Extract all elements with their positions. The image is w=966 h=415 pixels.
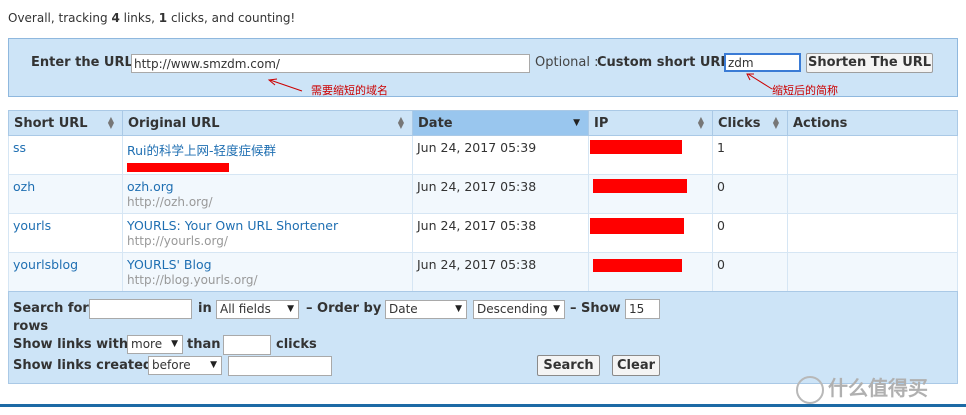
rows-label: rows <box>13 319 49 334</box>
table-header-row: Short URL ▲ ▼ Original URL ▲ ▼ Date ▼ IP ▲… <box>8 110 958 136</box>
redacted-ip-bar <box>593 259 682 272</box>
clicks-count: 1 <box>158 11 168 25</box>
date-cell: Jun 24, 2017 05:38 <box>412 174 589 214</box>
original-url-text: http://ozh.org/ <box>127 195 213 209</box>
stats-summary: Overall, tracking 4 links, 1 clicks, and… <box>8 11 295 25</box>
filter-form: Search for in All fields ▼ – Order by Dat… <box>8 291 958 384</box>
original-url-title-link[interactable]: ozh.org <box>127 179 174 194</box>
annotation-url: 需要缩短的域名 <box>311 84 388 97</box>
annotation-arrow-url <box>267 78 303 92</box>
short-url-link[interactable]: ozh <box>13 179 35 194</box>
table-row: yourlsblog YOURLS' Blog http://blog.your… <box>8 252 958 292</box>
short-url-link[interactable]: ss <box>13 140 26 155</box>
sort-icon: ▲ ▼ <box>107 115 114 130</box>
clear-button[interactable]: Clear <box>612 355 660 376</box>
url-label: Enter the URL: <box>31 55 137 70</box>
custom-keyword-input[interactable] <box>724 53 801 72</box>
original-url-title-link[interactable]: Rui的科学上网-轻度症候群 <box>127 143 276 158</box>
in-label: in <box>198 301 212 316</box>
show-links-created-label: Show links created <box>13 358 153 373</box>
watermark: 什么值得买 <box>796 372 928 404</box>
original-url-title-link[interactable]: YOURLS: Your Own URL Shortener <box>127 218 338 233</box>
original-url-text: http://blog.yourls.org/ <box>127 273 258 287</box>
links-count: 4 <box>111 11 120 25</box>
sort-direction-select[interactable]: Descending ▼ <box>473 300 565 319</box>
search-field-select[interactable]: All fields ▼ <box>216 300 299 319</box>
column-ip[interactable]: IP ▲ ▼ <box>588 110 713 136</box>
bottom-border <box>0 402 966 415</box>
table-row: ss Rui的科学上网-轻度症候群 Jun 24, 2017 05:39 1 <box>8 135 958 175</box>
clicks-label: clicks <box>276 337 317 352</box>
dropdown-arrow-icon: ▼ <box>287 304 294 314</box>
dropdown-arrow-icon: ▼ <box>210 360 217 370</box>
date-input[interactable] <box>228 356 332 376</box>
search-text-input[interactable] <box>89 299 192 319</box>
annotation-custom: 缩短后的简称 <box>772 84 838 97</box>
optional-label: Optional : <box>535 55 599 70</box>
short-url-link[interactable]: yourls <box>13 218 51 233</box>
column-date[interactable]: Date ▼ <box>412 110 589 136</box>
clicks-cell: 0 <box>712 174 788 214</box>
date-cell: Jun 24, 2017 05:38 <box>412 252 589 292</box>
new-url-form: Enter the URL: Optional : Custom short U… <box>8 38 958 97</box>
search-button[interactable]: Search <box>537 355 600 376</box>
actions-cell <box>787 174 958 214</box>
links-table: Short URL ▲ ▼ Original URL ▲ ▼ Date ▼ IP ▲… <box>8 110 958 292</box>
annotation-arrow-custom <box>746 73 773 90</box>
than-label: than <box>187 337 221 352</box>
shorten-button[interactable]: Shorten The URL <box>806 53 933 73</box>
clicks-cell: 1 <box>712 135 788 175</box>
sort-icon: ▲ ▼ <box>772 115 779 130</box>
links-word: links, <box>123 11 155 25</box>
actions-cell <box>787 135 958 175</box>
short-url-link[interactable]: yourlsblog <box>13 257 78 272</box>
original-url-text: http://yourls.org/ <box>127 234 228 248</box>
custom-keyword-label: Custom short URL: <box>597 55 733 70</box>
search-for-label: Search for <box>13 301 89 316</box>
column-clicks[interactable]: Clicks ▲ ▼ <box>712 110 788 136</box>
sort-icon: ▲ ▼ <box>397 115 404 130</box>
click-count-input[interactable] <box>223 335 271 355</box>
sort-desc-icon: ▼ <box>573 118 580 128</box>
summary-prefix: Overall, tracking <box>8 11 108 25</box>
dropdown-arrow-icon: ▼ <box>553 304 560 314</box>
column-original-url[interactable]: Original URL ▲ ▼ <box>122 110 413 136</box>
redacted-ip-bar <box>590 140 682 154</box>
show-links-with-label: Show links with <box>13 337 129 352</box>
summary-suffix: clicks, and counting! <box>170 11 296 25</box>
date-comparison-select[interactable]: before ▼ <box>148 356 222 375</box>
redacted-ip-bar <box>590 218 684 234</box>
actions-cell <box>787 252 958 292</box>
smzdm-logo-icon <box>796 375 824 404</box>
click-comparison-select[interactable]: more ▼ <box>127 335 183 354</box>
dropdown-arrow-icon: ▼ <box>171 339 178 349</box>
url-input[interactable] <box>131 54 530 73</box>
clicks-cell: 0 <box>712 213 788 253</box>
order-by-select[interactable]: Date ▼ <box>385 300 467 319</box>
actions-cell <box>787 213 958 253</box>
redacted-ip-bar <box>593 179 687 193</box>
date-cell: Jun 24, 2017 05:38 <box>412 213 589 253</box>
original-url-title-link[interactable]: YOURLS' Blog <box>127 257 212 272</box>
table-row: yourls YOURLS: Your Own URL Shortener ht… <box>8 213 958 253</box>
clicks-cell: 0 <box>712 252 788 292</box>
dropdown-arrow-icon: ▼ <box>455 304 462 314</box>
redacted-url-bar <box>127 163 229 172</box>
show-label: – Show <box>570 301 621 316</box>
sort-icon: ▲ ▼ <box>697 115 704 130</box>
column-short-url[interactable]: Short URL ▲ ▼ <box>8 110 123 136</box>
table-row: ozh ozh.org http://ozh.org/ Jun 24, 2017… <box>8 174 958 214</box>
order-by-label: – Order by <box>306 301 382 316</box>
rows-per-page-input[interactable] <box>625 299 660 319</box>
date-cell: Jun 24, 2017 05:39 <box>412 135 589 175</box>
column-actions: Actions <box>787 110 958 136</box>
